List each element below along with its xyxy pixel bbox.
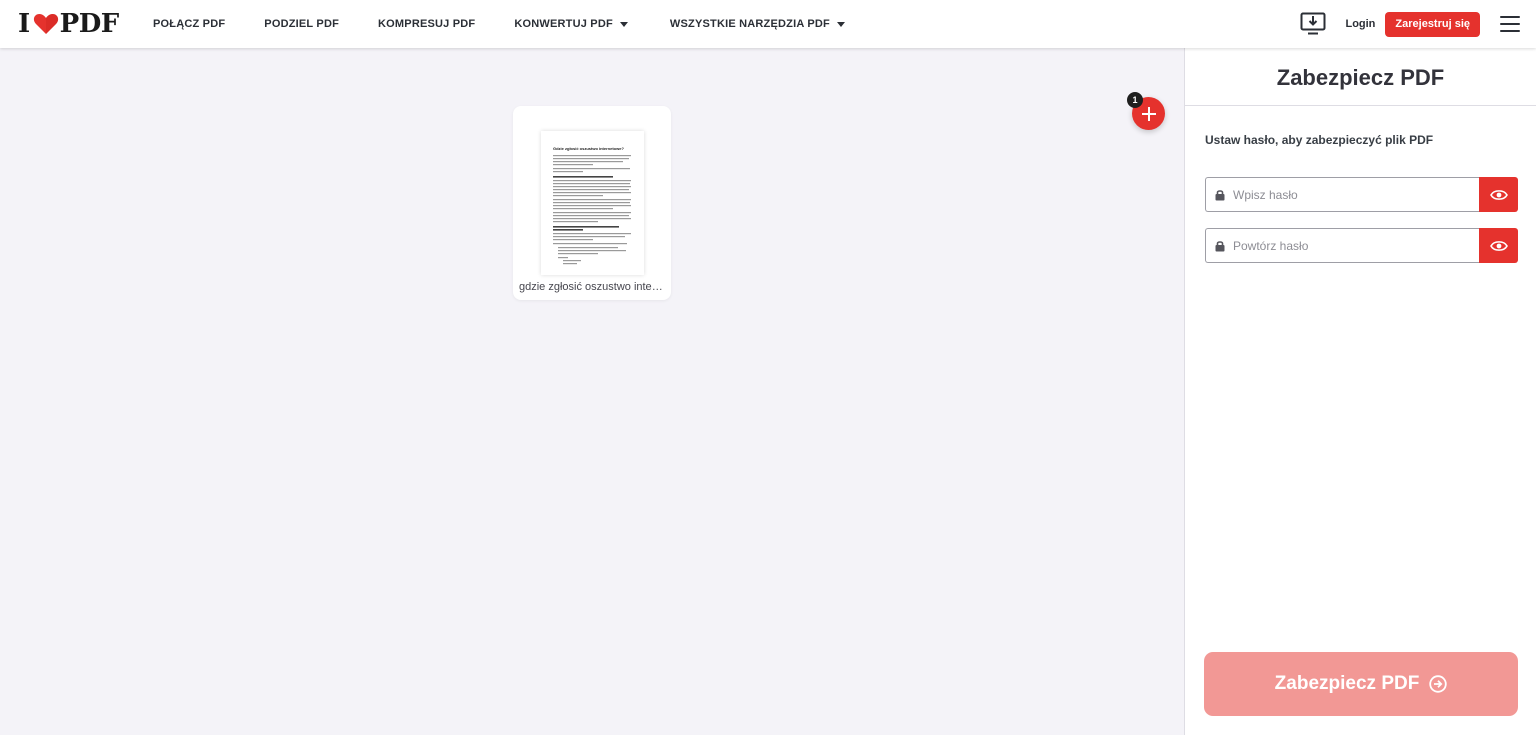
sidebar-instruction: Ustaw hasło, aby zabezpieczyć plik PDF (1205, 133, 1434, 147)
header-actions: Login Zarejestruj się (1300, 0, 1520, 48)
lock-icon (1215, 189, 1225, 200)
hamburger-line (1500, 16, 1520, 18)
nav-convert-pdf-label: KONWERTUJ PDF (514, 18, 613, 30)
show-password-button[interactable] (1479, 177, 1518, 212)
heart-icon (33, 14, 58, 34)
pdf-thumbnail: Gdzie zgłosić oszustwo internetowe? (541, 131, 644, 275)
lock-icon (1215, 240, 1225, 251)
nav-split-pdf-label: PODZIEL PDF (264, 18, 340, 30)
protect-pdf-button-label: Zabezpiecz PDF (1274, 673, 1420, 694)
pdf-page-preview: Gdzie zgłosić oszustwo internetowe? (553, 146, 631, 265)
ilovepdf-logo[interactable]: I PDF (18, 9, 119, 39)
hamburger-menu-icon[interactable] (1500, 16, 1520, 32)
desktop-download-icon[interactable] (1300, 12, 1326, 36)
nav-convert-pdf[interactable]: KONWERTUJ PDF (514, 18, 628, 30)
login-link[interactable]: Login (1345, 18, 1375, 30)
file-workspace: Gdzie zgłosić oszustwo internetowe? gdzi… (0, 48, 1184, 735)
repeat-password-field[interactable] (1205, 228, 1479, 263)
eye-icon (1489, 189, 1508, 200)
thumb-title: Gdzie zgłosić oszustwo internetowe? (553, 146, 624, 151)
nav-all-tools-label: WSZYSTKIE NARZĘDZIA PDF (669, 18, 830, 30)
hamburger-line (1500, 23, 1520, 25)
tool-sidebar: Zabezpiecz PDF Ustaw hasło, aby zabezpie… (1184, 48, 1536, 735)
plus-icon (1141, 106, 1156, 121)
password-row (1205, 177, 1518, 212)
signup-button[interactable]: Zarejestruj się (1385, 11, 1480, 37)
main-nav: POŁĄCZ PDF PODZIEL PDF KOMPRESUJ PDF KON… (153, 0, 845, 48)
hamburger-line (1500, 30, 1520, 32)
nav-merge-pdf[interactable]: POŁĄCZ PDF (153, 18, 225, 30)
nav-split-pdf[interactable]: PODZIEL PDF (264, 18, 339, 30)
logo-letter-i: I (18, 9, 30, 39)
protect-pdf-button[interactable]: Zabezpiecz PDF (1204, 652, 1518, 716)
nav-compress-pdf[interactable]: KOMPRESUJ PDF (378, 18, 475, 30)
sidebar-title: Zabezpiecz PDF (1185, 48, 1536, 106)
nav-compress-pdf-label: KOMPRESUJ PDF (378, 18, 476, 30)
repeat-password-row (1205, 228, 1518, 263)
logo-text-pdf: PDF (59, 9, 120, 39)
nav-merge-pdf-label: POŁĄCZ PDF (153, 18, 226, 30)
repeat-password-input[interactable] (1233, 238, 1453, 253)
file-card[interactable]: Gdzie zgłosić oszustwo internetowe? gdzi… (513, 106, 671, 300)
show-repeat-password-button[interactable] (1479, 228, 1518, 263)
nav-all-tools[interactable]: WSZYSTKIE NARZĘDZIA PDF (670, 18, 845, 30)
password-input[interactable] (1233, 187, 1453, 202)
arrow-right-circle-icon (1429, 675, 1448, 693)
file-name: gdzie zgłosić oszustwo internetowe.pdf (519, 281, 665, 293)
top-header: I PDF POŁĄCZ PDF PODZIEL PDF KOMPRESUJ P… (0, 0, 1536, 48)
file-count-badge: 1 (1127, 92, 1143, 108)
caret-down-icon (836, 21, 845, 27)
caret-down-icon (619, 21, 628, 27)
password-field[interactable] (1205, 177, 1479, 212)
eye-icon (1489, 240, 1508, 251)
